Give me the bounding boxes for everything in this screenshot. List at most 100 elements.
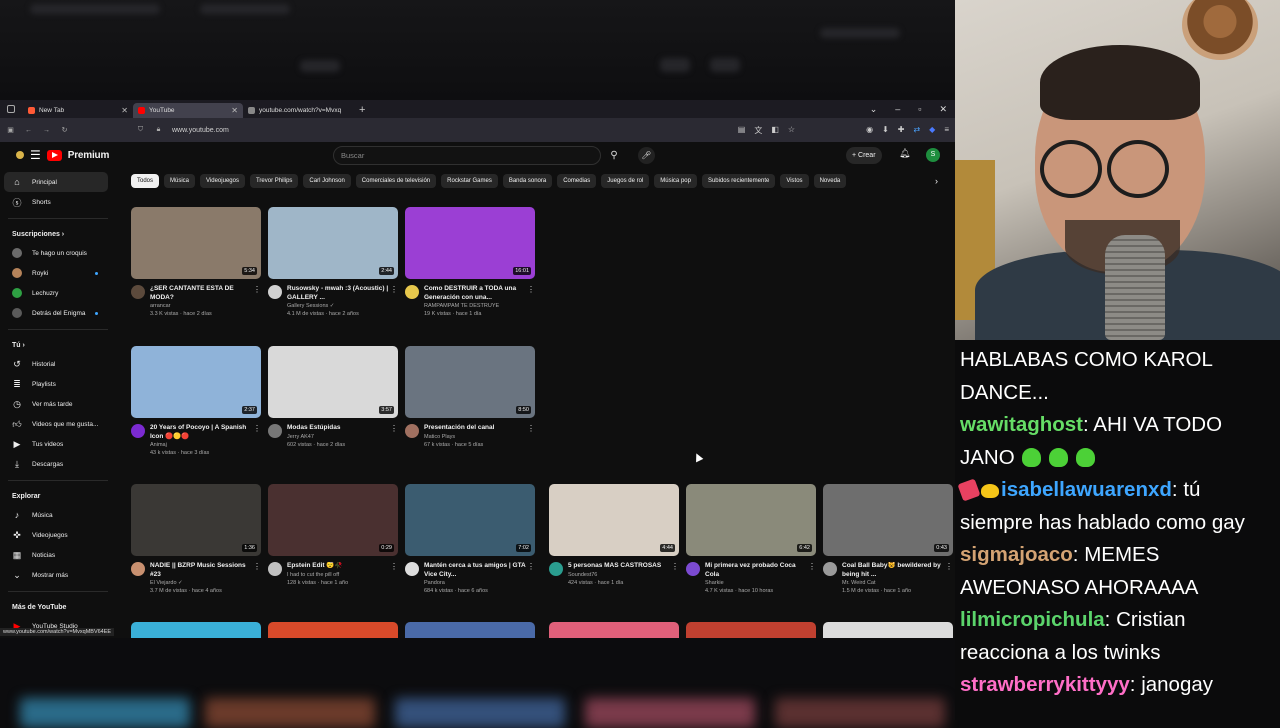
video-thumbnail[interactable]: 0:43 [823, 484, 953, 556]
chat-username[interactable]: sigmajoaco [960, 543, 1073, 566]
sidebar-item-subscription[interactable]: Te hago un croquis [0, 243, 118, 263]
sidebar-item-subscription[interactable]: Lechuzry [0, 283, 118, 303]
sidebar-item-downloads[interactable]: ⤓ Descargas [0, 454, 118, 474]
channel-name[interactable]: Gallery Sessions ✓ [287, 302, 391, 310]
tab-overview-icon[interactable] [7, 105, 15, 113]
channel-avatar[interactable] [823, 562, 837, 576]
channel-avatar[interactable] [268, 562, 282, 576]
video-thumbnail[interactable]: 8:50 [405, 346, 535, 418]
filter-chip[interactable]: Todos [131, 174, 160, 188]
more-options-icon[interactable]: ⋮ [390, 424, 398, 433]
channel-name[interactable]: I had to cut the pill off [287, 571, 391, 579]
back-icon[interactable]: ← [24, 127, 33, 134]
sidebar-item-history[interactable]: ↺ Historial [0, 354, 118, 374]
video-thumbnail[interactable] [131, 622, 261, 638]
channel-avatar[interactable] [268, 285, 282, 299]
tab-youtube[interactable]: YouTube ✕ [133, 103, 243, 118]
sidebar-item-your-videos[interactable]: ▶ Tus videos [0, 434, 118, 454]
sidebar-item-playlists[interactable]: ≣ Playlists [0, 374, 118, 394]
close-tab-icon[interactable]: ✕ [231, 106, 238, 115]
video-card[interactable]: 2:44 Rusowsky - mwah :3 (Acoustic) | GALL… [268, 207, 398, 318]
more-options-icon[interactable]: ⋮ [390, 562, 398, 571]
video-card[interactable]: 8:50 Presentación del canal Matico Plays 67… [405, 346, 535, 449]
chevron-right-icon[interactable]: › [935, 176, 938, 186]
more-options-icon[interactable]: ⋮ [253, 285, 261, 294]
shield-ext-icon[interactable]: ◆ [929, 125, 935, 136]
channel-avatar[interactable] [405, 562, 419, 576]
sidebar-item-show-more[interactable]: ⌄ Mostrar más [0, 565, 118, 585]
video-card[interactable]: 16:01 Como DESTRUIR a TODA una Generación… [405, 207, 535, 318]
channel-avatar[interactable] [131, 424, 145, 438]
channel-avatar[interactable] [405, 285, 419, 299]
video-card[interactable]: 2:37 20 Years of Pocoyo | A Spanish Icon … [131, 346, 261, 457]
video-card[interactable]: 0:43 Coal Ball Baby😺 bewildered by being … [823, 484, 953, 595]
channel-name[interactable]: Mr. Weird Cat [842, 579, 946, 587]
video-thumbnail[interactable] [268, 622, 398, 638]
more-options-icon[interactable]: ⋮ [671, 562, 679, 571]
video-title[interactable]: Rusowsky - mwah :3 (Acoustic) | GALLERY … [287, 285, 391, 302]
sidebar-item-liked[interactable]: 👍︎ Videos que me gusta... [0, 414, 118, 434]
filter-chip[interactable]: Vistos [780, 174, 809, 188]
filter-chip[interactable]: Comedias [557, 174, 597, 188]
tab-new-tab[interactable]: New Tab ✕ [23, 103, 133, 118]
sidebar-item-music[interactable]: ♪ Música [0, 505, 118, 525]
sidebar-item-principal[interactable]: ⌂ Principal [4, 172, 108, 192]
video-card[interactable]: 5:34 ¿SER CANTANTE ESTA DE MODA? arrancar 3… [131, 207, 261, 318]
chat-username[interactable]: lilmicropichula [960, 608, 1105, 631]
channel-name[interactable]: arrancar [150, 302, 254, 310]
new-tab-icon[interactable]: + [359, 104, 365, 116]
channel-avatar[interactable] [131, 562, 145, 576]
maximize-icon[interactable]: ▫ [918, 104, 921, 115]
shield-icon[interactable]: ⛉ [136, 126, 145, 134]
channel-name[interactable]: Animaj [150, 441, 254, 449]
video-title[interactable]: Coal Ball Baby😺 bewildered by being hit … [842, 562, 946, 579]
chat-username[interactable]: isabellawuarenxd [1001, 478, 1172, 501]
channel-avatar[interactable] [131, 285, 145, 299]
notifications-bell-icon[interactable]: 🔔︎ [899, 148, 910, 159]
video-title[interactable]: Modas Estúpidas [287, 424, 391, 433]
translate-ext-icon[interactable]: ⇄ [913, 125, 920, 136]
video-card[interactable]: 1:36 NADIE || BZRP Music Sessions #23 El V… [131, 484, 261, 595]
puzzle-icon[interactable]: ✚ [898, 125, 905, 136]
video-thumbnail[interactable]: 2:44 [268, 207, 398, 279]
create-button[interactable]: + Crear [846, 147, 882, 164]
download-icon[interactable]: ⬇ [882, 125, 889, 136]
close-window-icon[interactable]: ✕ [939, 104, 947, 115]
microphone-icon[interactable]: 🎤︎ [638, 147, 655, 164]
translate-icon[interactable]: 文 [754, 125, 762, 136]
filter-chip[interactable]: Trevor Philips [249, 174, 299, 188]
filter-chip[interactable]: Comerciales de televisión [355, 174, 437, 188]
video-title[interactable]: NADIE || BZRP Music Sessions #23 [150, 562, 254, 579]
search-input[interactable]: Buscar [333, 146, 601, 165]
video-title[interactable]: 20 Years of Pocoyo | A Spanish Icon 🔴🟡🔴 [150, 424, 254, 441]
video-thumbnail[interactable]: 6:42 [686, 484, 816, 556]
video-title[interactable]: Mantén cerca a tus amigos | GTA Vice Cit… [424, 562, 528, 579]
sidebar-item-news[interactable]: ▦ Noticias [0, 545, 118, 565]
close-tab-icon[interactable]: ✕ [121, 106, 128, 115]
more-options-icon[interactable]: ⋮ [253, 424, 261, 433]
channel-avatar[interactable] [405, 424, 419, 438]
channel-name[interactable]: Pandora [424, 579, 528, 587]
forward-icon[interactable]: → [42, 127, 51, 134]
video-title[interactable]: Presentación del canal [424, 424, 528, 433]
video-thumbnail[interactable] [686, 622, 816, 638]
video-title[interactable]: Como DESTRUIR a TODA una Generación con … [424, 285, 528, 302]
video-thumbnail[interactable]: 16:01 [405, 207, 535, 279]
video-thumbnail[interactable]: 1:36 [131, 484, 261, 556]
filter-chip[interactable]: Subidos recientemente [701, 174, 776, 188]
video-card[interactable]: 3:57 Modas Estúpidas Jerry AK47 602 vistas … [268, 346, 398, 449]
reload-icon[interactable]: ↻ [60, 126, 69, 134]
video-thumbnail[interactable]: 3:57 [268, 346, 398, 418]
more-options-icon[interactable]: ⋮ [527, 285, 535, 294]
hamburger-menu-icon[interactable]: ☰ [30, 148, 41, 162]
channel-name[interactable]: Soundest76 [568, 571, 672, 579]
subscriptions-heading[interactable]: Suscripciones › [0, 225, 118, 243]
video-thumbnail[interactable]: 0:29 [268, 484, 398, 556]
extension-icon[interactable]: ◧ [771, 125, 779, 136]
video-title[interactable]: Epstein Edit 😴🥀 [287, 562, 391, 571]
video-card[interactable]: 6:42 Mi primera vez probado Coca Cola Shar… [686, 484, 816, 595]
filter-chip[interactable]: Juegos de rol [601, 174, 650, 188]
filter-chip[interactable]: Música [164, 174, 196, 188]
more-options-icon[interactable]: ⋮ [390, 285, 398, 294]
account-avatar[interactable]: S [926, 148, 940, 162]
